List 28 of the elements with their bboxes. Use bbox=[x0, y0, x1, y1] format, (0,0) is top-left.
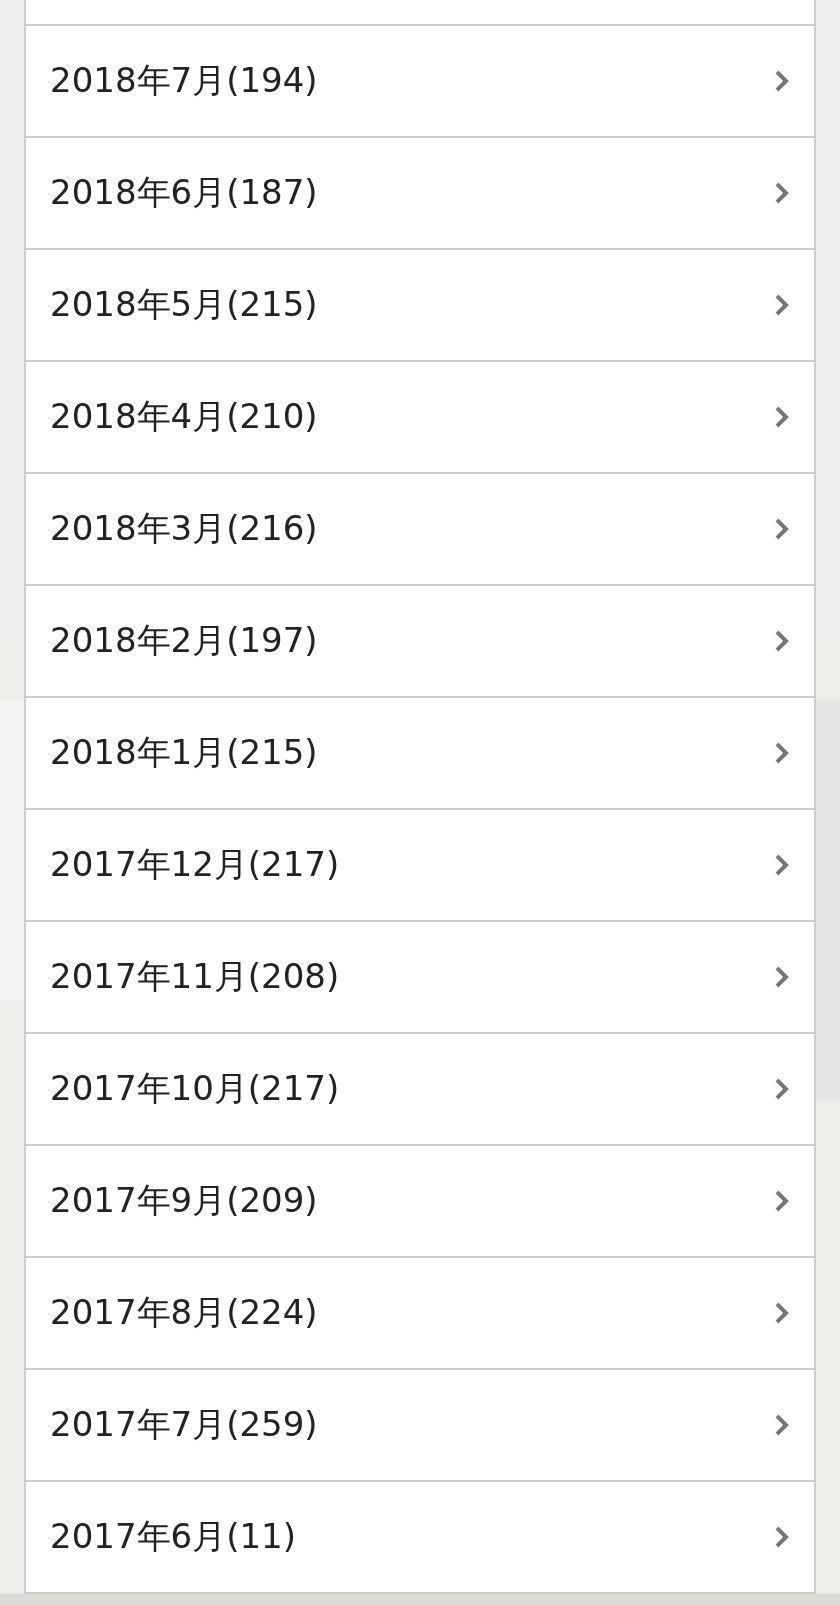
chevron-right-icon bbox=[774, 1301, 790, 1325]
chevron-right-icon bbox=[774, 517, 790, 541]
archive-link[interactable]: 2017年9月(209) bbox=[26, 1146, 814, 1258]
chevron-right-icon bbox=[774, 965, 790, 989]
archive-link[interactable]: 2018年5月(215) bbox=[26, 250, 814, 362]
chevron-right-icon bbox=[774, 1077, 790, 1101]
archive-link[interactable]: 2017年8月(224) bbox=[26, 1258, 814, 1370]
archive-link[interactable]: 2017年12月(217) bbox=[26, 810, 814, 922]
chevron-right-icon bbox=[774, 741, 790, 765]
archive-link[interactable]: 2018年2月(197) bbox=[26, 586, 814, 698]
chevron-right-icon bbox=[774, 181, 790, 205]
chevron-right-icon bbox=[774, 853, 790, 877]
chevron-right-icon bbox=[774, 293, 790, 317]
chevron-right-icon bbox=[774, 1413, 790, 1437]
archive-link[interactable]: 2018年3月(216) bbox=[26, 474, 814, 586]
archive-link[interactable]: 2018年6月(187) bbox=[26, 138, 814, 250]
chevron-right-icon bbox=[774, 405, 790, 429]
chevron-right-icon bbox=[774, 69, 790, 93]
chevron-right-icon bbox=[774, 629, 790, 653]
archive-link[interactable]: 2018年1月(215) bbox=[26, 698, 814, 810]
chevron-right-icon bbox=[774, 1525, 790, 1549]
archive-link[interactable]: 2018年7月(194) bbox=[26, 26, 814, 138]
archive-link[interactable]: 2018年4月(210) bbox=[26, 362, 814, 474]
archive-link[interactable]: 2017年11月(208) bbox=[26, 922, 814, 1034]
chevron-right-icon bbox=[774, 1189, 790, 1213]
archive-link[interactable]: 2017年7月(259) bbox=[26, 1370, 814, 1482]
archive-link[interactable]: 2017年6月(11) bbox=[26, 1482, 814, 1594]
archive-link[interactable]: 2017年10月(217) bbox=[26, 1034, 814, 1146]
